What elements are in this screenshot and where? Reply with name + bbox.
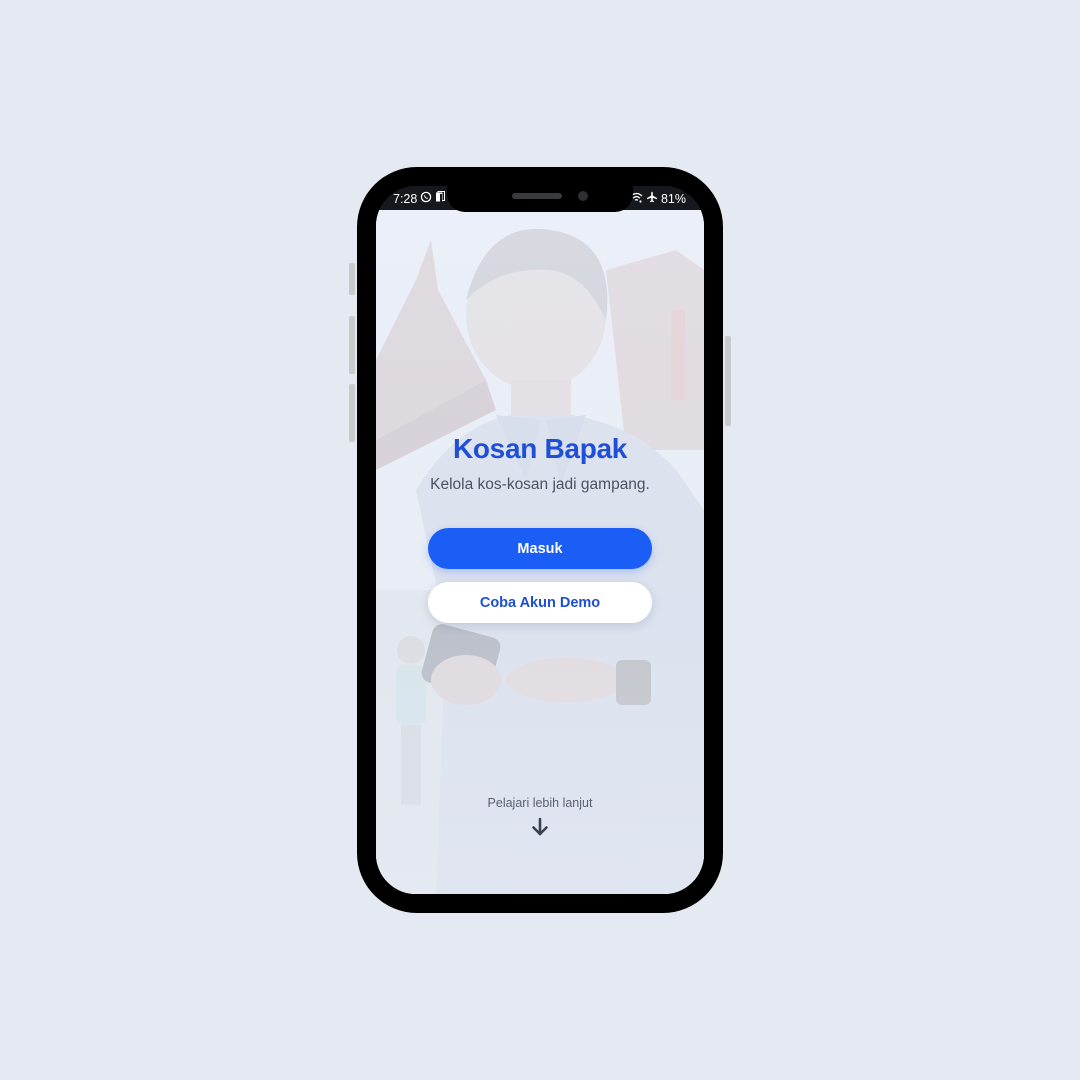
welcome-screen: Kosan Bapak Kelola kos-kosan jadi gampan… xyxy=(376,210,704,894)
status-bar-left: 7:28 xyxy=(393,191,446,206)
status-time: 7:28 xyxy=(393,191,418,206)
canvas: 7:28 81% Kosan Bapak Kelola kos-kosan ja… xyxy=(0,0,1080,1080)
app-title: Kosan Bapak xyxy=(452,433,628,464)
phone-screen: 7:28 81% Kosan Bapak Kelola kos-kosan ja… xyxy=(376,186,704,894)
phone-power-button xyxy=(725,336,731,426)
battery-percentage: 81% xyxy=(660,191,686,206)
welcome-content: Kosan Bapak Kelola kos-kosan jadi gampan… xyxy=(376,210,704,894)
learn-more-link[interactable]: Pelajari lebih lanjut xyxy=(376,796,704,810)
arrow-down-icon[interactable] xyxy=(530,816,550,838)
phone-notch xyxy=(447,186,633,212)
earpiece-speaker xyxy=(512,193,562,199)
status-bar-right: 81% xyxy=(630,191,686,206)
front-camera xyxy=(578,191,588,201)
app-tagline: Kelola kos-kosan jadi gampang. xyxy=(430,476,650,493)
whatsapp-icon xyxy=(420,191,432,206)
phone-mute-switch xyxy=(349,263,355,295)
airplane-icon xyxy=(646,191,658,206)
phone-volume-down-button xyxy=(349,384,355,442)
phone-volume-up-button xyxy=(349,316,355,374)
phone-frame: 7:28 81% Kosan Bapak Kelola kos-kosan ja… xyxy=(357,167,723,913)
demo-account-button[interactable]: Coba Akun Demo xyxy=(428,582,652,623)
notification-icon xyxy=(435,191,446,206)
login-button[interactable]: Masuk xyxy=(428,528,652,569)
